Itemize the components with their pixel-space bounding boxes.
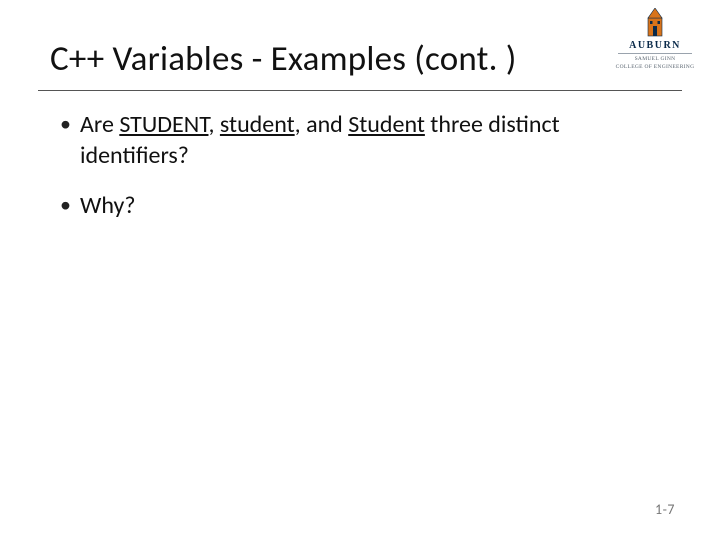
logo-sub2: COLLEGE OF ENGINEERING [610,64,700,70]
bullet-1-sep1: , [208,110,219,139]
slide: AUBURN SAMUEL GINN COLLEGE OF ENGINEERIN… [0,0,720,540]
bullet-2: Why? [60,191,660,222]
bullet-1-u2: student [220,110,295,139]
title-underline [38,90,682,91]
bullet-1: Are STUDENT, student, and Student three … [60,110,660,171]
bullet-1-u3: Student [348,110,425,139]
slide-title: C++ Variables - Examples (cont. ) [50,38,517,80]
slide-body: Are STUDENT, student, and Student three … [60,110,660,242]
bullet-1-sep2: , and [295,110,349,139]
tower-icon [644,8,666,38]
logo-sub1: SAMUEL GINN [610,56,700,62]
logo-word: AUBURN [610,40,700,51]
auburn-logo: AUBURN SAMUEL GINN COLLEGE OF ENGINEERIN… [610,8,700,72]
page-number: 1-7 [655,501,675,518]
logo-divider [618,53,692,54]
bullet-1-u1: STUDENT [119,110,208,139]
bullet-1-pre: Are [80,110,119,139]
bullet-2-text: Why? [80,191,136,220]
